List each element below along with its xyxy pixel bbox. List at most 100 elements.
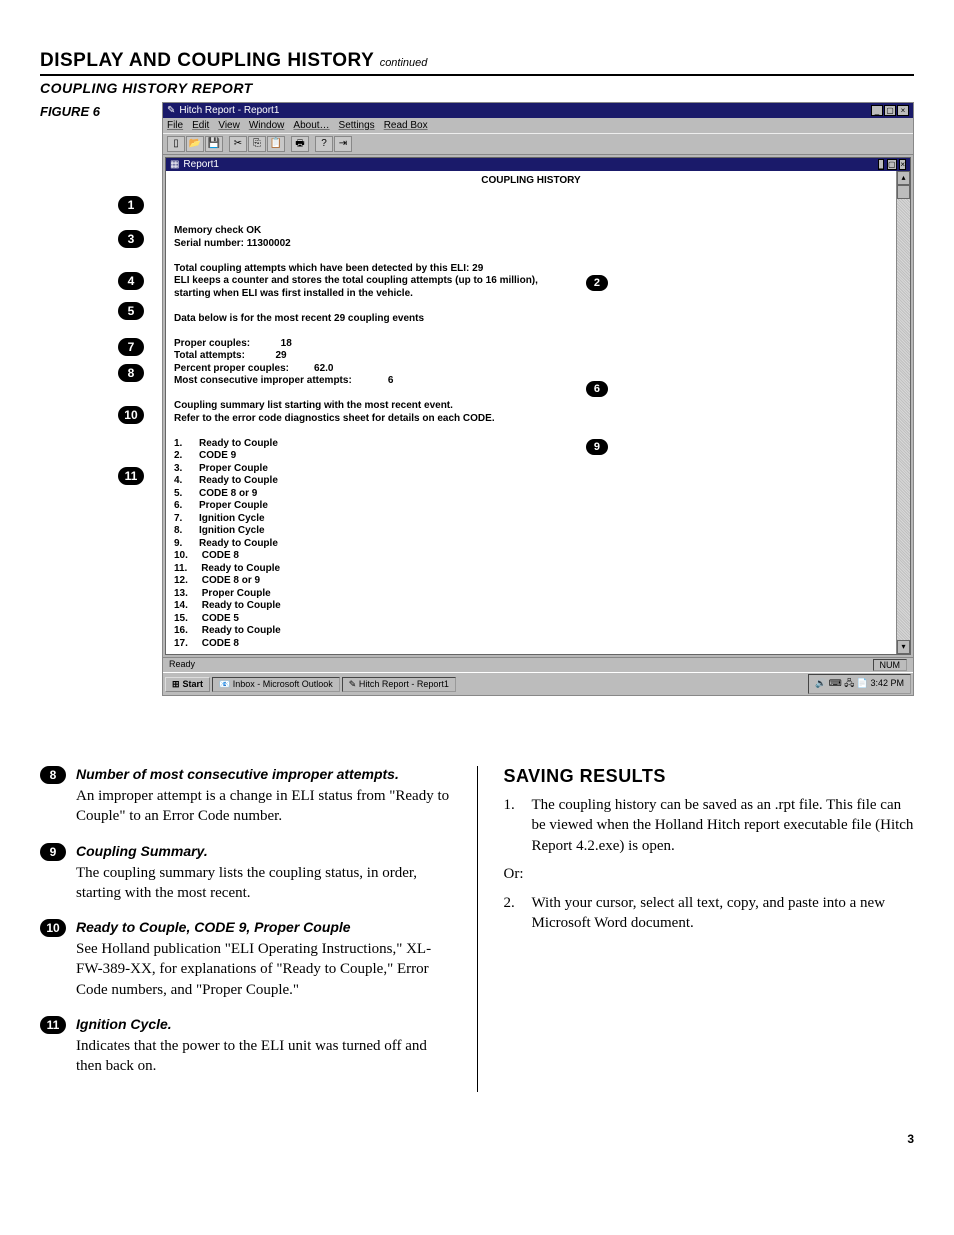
taskbar-item[interactable]: ✎ Hitch Report - Report1 <box>342 677 456 692</box>
menu-file[interactable]: File <box>167 120 183 131</box>
open-button[interactable]: 📂 <box>186 136 204 152</box>
app-window: ✎ Hitch Report - Report1 _ ▢ × File Edit V… <box>162 102 914 696</box>
titlebar: ✎ Hitch Report - Report1 _ ▢ × <box>163 103 913 118</box>
page-number: 3 <box>40 1132 914 1146</box>
menu-readbox[interactable]: Read Box <box>384 120 428 131</box>
step-text: With your cursor, select all text, copy,… <box>532 893 915 934</box>
callout-1: 1 <box>118 196 144 214</box>
step-number: 1. <box>504 795 524 856</box>
windows-icon: ⊞ <box>172 679 180 690</box>
explanation-lead: Ignition Cycle. <box>76 1016 451 1032</box>
doc-minimize-button[interactable]: _ <box>878 159 884 170</box>
page-title: DISPLAY AND COUPLING HISTORY continued <box>40 50 914 76</box>
scroll-down-arrow[interactable]: ▾ <box>897 640 910 654</box>
explanation-lead: Number of most consecutive improper atte… <box>76 766 451 782</box>
menu-edit[interactable]: Edit <box>192 120 209 131</box>
callout-column: 1 3 4 5 7 8 10 11 <box>118 102 144 622</box>
scroll-thumb[interactable] <box>897 185 910 199</box>
lower-columns: 8 Number of most consecutive improper att… <box>40 766 914 1092</box>
step-number: 2. <box>504 893 524 934</box>
callout-3: 3 <box>118 230 144 248</box>
explanation-desc: Indicates that the power to the ELI unit… <box>76 1036 451 1077</box>
maximize-button[interactable]: ▢ <box>884 105 896 116</box>
explanation-item: 8 Number of most consecutive improper att… <box>40 766 451 827</box>
explanations-column: 8 Number of most consecutive improper att… <box>40 766 451 1092</box>
saving-or: Or: <box>504 866 915 883</box>
callout-7: 7 <box>118 338 144 356</box>
scroll-up-arrow[interactable]: ▴ <box>897 171 910 185</box>
step-text: The coupling history can be saved as an … <box>532 795 915 856</box>
document-titlebar: ▦ Report1 _ ▢ × <box>166 158 910 171</box>
explanation-desc: An improper attempt is a change in ELI s… <box>76 786 451 827</box>
doc-close-button[interactable]: × <box>899 159 906 170</box>
doc-icon: ▦ <box>170 159 179 170</box>
statusbar: Ready NUM <box>163 657 913 672</box>
saving-column: SAVING RESULTS 1. The coupling history c… <box>504 766 915 1092</box>
start-button[interactable]: ⊞ Start <box>165 677 210 692</box>
callout-10: 10 <box>118 406 144 424</box>
help-button[interactable]: ? <box>315 136 333 152</box>
menu-window[interactable]: Window <box>249 120 285 131</box>
menu-settings[interactable]: Settings <box>339 120 375 131</box>
callout-11: 11 <box>118 467 144 485</box>
report-heading: COUPLING HISTORY <box>174 175 888 188</box>
explanation-item: 11 Ignition Cycle. Indicates that the powe… <box>40 1016 451 1077</box>
column-divider <box>477 766 478 1092</box>
close-button[interactable]: × <box>897 105 909 116</box>
minimize-button[interactable]: _ <box>871 105 883 116</box>
callout-10: 10 <box>40 919 66 937</box>
document-body[interactable]: COUPLING HISTORY Memory check OK Serial … <box>166 171 896 654</box>
explanation-item: 10 Ready to Couple, CODE 9, Proper Couple… <box>40 919 451 1000</box>
document-window: ▦ Report1 _ ▢ × COUPLING HISTORY Memory … <box>165 157 911 655</box>
taskbar-tasks: 📧 Inbox - Microsoft Outlook✎ Hitch Repor… <box>212 677 456 692</box>
document-area: COUPLING HISTORY Memory check OK Serial … <box>166 171 910 654</box>
subtitle: COUPLING HISTORY REPORT <box>40 80 914 96</box>
app-title: Hitch Report - Report1 <box>179 105 279 116</box>
cut-button[interactable]: ✂ <box>229 136 247 152</box>
callout-9: 9 <box>40 843 66 861</box>
callout-9: 9 <box>586 439 608 455</box>
menu-view[interactable]: View <box>218 120 240 131</box>
read-button[interactable]: ⇥ <box>334 136 352 152</box>
callout-11: 11 <box>40 1016 66 1034</box>
paste-button[interactable]: 📋 <box>267 136 285 152</box>
explanation-lead: Ready to Couple, CODE 9, Proper Couple <box>76 919 451 935</box>
saving-step-1: 1. The coupling history can be saved as … <box>504 795 915 856</box>
callout-8: 8 <box>118 364 144 382</box>
save-button[interactable]: 💾 <box>205 136 223 152</box>
app-icon: ✎ <box>167 105 175 116</box>
explanation-item: 9 Coupling Summary. The coupling summary l… <box>40 843 451 904</box>
taskbar: ⊞ Start 📧 Inbox - Microsoft Outlook✎ Hit… <box>163 672 913 695</box>
title-continued: continued <box>380 57 428 69</box>
callout-8: 8 <box>40 766 66 784</box>
callout-2: 2 <box>586 275 608 291</box>
menu-about[interactable]: About… <box>293 120 329 131</box>
system-tray[interactable]: 🔊 ⌨ 🖧 📄 3:42 PM <box>808 674 911 694</box>
callout-4: 4 <box>118 272 144 290</box>
doc-maximize-button[interactable]: ▢ <box>887 159 897 170</box>
window-controls: _ ▢ × <box>871 105 909 116</box>
figure-row: FIGURE 6 1 3 4 5 7 8 10 11 ✎ Hitch Report - Rep… <box>40 102 914 696</box>
doc-title: Report1 <box>183 159 219 170</box>
status-numlock: NUM <box>873 659 908 671</box>
copy-button[interactable]: ⎘ <box>248 136 266 152</box>
new-button[interactable]: ▯ <box>167 136 185 152</box>
menubar: File Edit View Window About… Settings Read Box <box>163 118 913 133</box>
callout-6: 6 <box>586 381 608 397</box>
clock: 3:42 PM <box>870 678 904 688</box>
status-left: Ready <box>169 659 195 671</box>
saving-step-2: 2. With your cursor, select all text, co… <box>504 893 915 934</box>
saving-heading: SAVING RESULTS <box>504 766 915 787</box>
taskbar-item[interactable]: 📧 Inbox - Microsoft Outlook <box>212 677 340 692</box>
tray-icons: 🔊 ⌨ 🖧 📄 <box>815 678 870 688</box>
toolbar: ▯📂💾 ✂⎘📋 🖶?⇥ <box>163 133 913 155</box>
vertical-scrollbar[interactable]: ▴ ▾ <box>896 171 910 654</box>
title-main: DISPLAY AND COUPLING HISTORY <box>40 50 374 71</box>
start-label: Start <box>183 679 204 689</box>
callout-5: 5 <box>118 302 144 320</box>
explanation-desc: See Holland publication "ELI Operating I… <box>76 939 451 1000</box>
explanation-desc: The coupling summary lists the coupling … <box>76 863 451 904</box>
figure-label: FIGURE 6 <box>40 102 100 119</box>
print-button[interactable]: 🖶 <box>291 136 309 152</box>
explanation-lead: Coupling Summary. <box>76 843 451 859</box>
